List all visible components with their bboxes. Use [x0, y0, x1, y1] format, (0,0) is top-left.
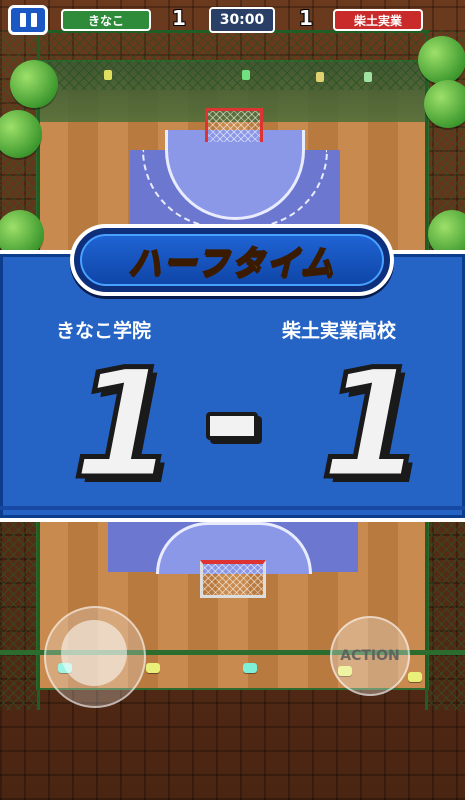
bush: [424, 80, 465, 128]
joystick-knob[interactable]: [61, 620, 127, 686]
away-score-large: 1: [317, 338, 426, 512]
halftime-title: ハーフタイム: [127, 242, 336, 283]
spectator: [104, 70, 112, 80]
home-score-small: 1: [172, 6, 186, 30]
pause-button[interactable]: [8, 5, 48, 35]
virtual-joystick[interactable]: [44, 606, 146, 708]
bush: [418, 36, 465, 84]
top-penalty-area: [130, 130, 340, 230]
home-team-label: きなこ: [61, 9, 151, 31]
halftime-title-pill: ハーフタイム: [70, 224, 394, 296]
match-timer: 30:00: [209, 7, 275, 33]
action-label: ACTION: [340, 648, 400, 664]
top-goal: [205, 108, 263, 142]
away-team-label: 柴土実業: [333, 9, 423, 31]
scoreboard-hud: きなこ 1 30:00 1 柴土実業: [0, 0, 465, 40]
spectator: [364, 72, 372, 82]
home-score-large: 1: [69, 338, 178, 512]
bush: [10, 60, 58, 108]
away-score-small: 1: [299, 6, 313, 30]
action-button[interactable]: ACTION: [330, 616, 410, 696]
spectator: [316, 72, 324, 82]
player: [243, 663, 257, 673]
player: [146, 663, 160, 673]
score-separator: [206, 412, 258, 440]
player: [408, 672, 422, 682]
bottom-goal: [200, 560, 266, 598]
spectator: [242, 70, 250, 80]
pause-icon: [19, 13, 26, 27]
